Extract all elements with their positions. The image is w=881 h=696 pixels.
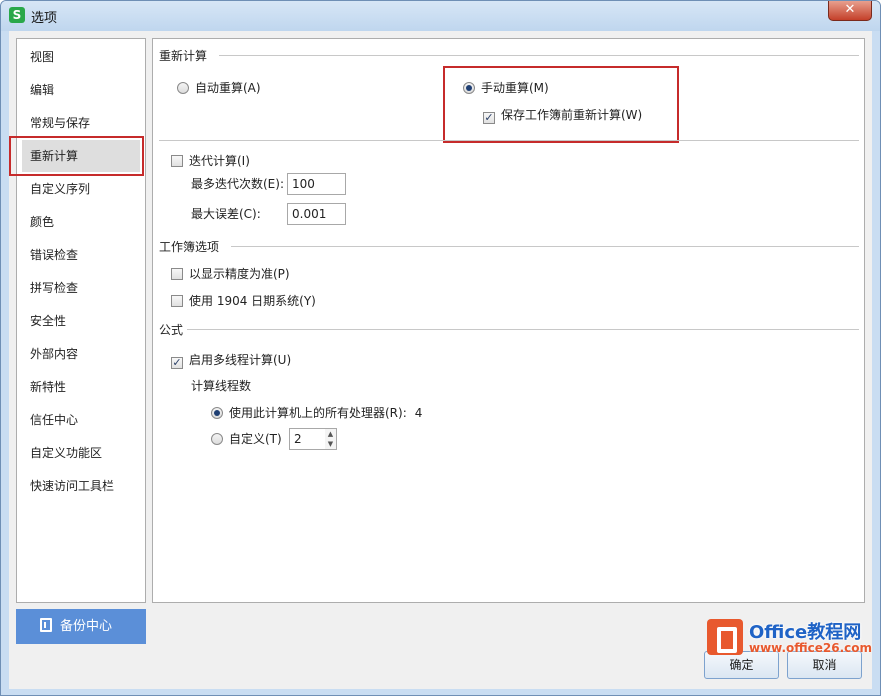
options-dialog: S 选项 ✕ 视图 编辑 常规与保存 重新计算 自定义序列 颜色 错误检查 拼写… xyxy=(0,0,881,696)
sidebar-item-error-checking[interactable]: 错误检查 xyxy=(22,239,140,271)
custom-threads-input[interactable]: 2 xyxy=(289,428,325,450)
manual-recalc-radio[interactable] xyxy=(463,82,475,94)
iteration-label: 迭代计算(I) xyxy=(189,154,250,168)
auto-recalc-label: 自动重算(A) xyxy=(195,81,261,95)
backup-center-button[interactable]: 备份中心 xyxy=(16,609,146,644)
iteration-option[interactable]: 迭代计算(I) xyxy=(171,152,250,169)
processor-count: 4 xyxy=(414,406,423,420)
workbook-section-title: 工作簿选项 xyxy=(159,240,220,254)
custom-threads-radio[interactable] xyxy=(211,432,223,445)
auto-recalc-radio[interactable] xyxy=(177,82,189,94)
dialog-body: 视图 编辑 常规与保存 重新计算 自定义序列 颜色 错误检查 拼写检查 安全性 … xyxy=(9,31,872,689)
wps-app-icon: S xyxy=(9,7,25,23)
auto-recalc-option[interactable]: 自动重算(A) xyxy=(177,79,261,96)
sidebar-item-colors[interactable]: 颜色 xyxy=(22,206,140,238)
sidebar-item-custom-lists[interactable]: 自定义序列 xyxy=(22,173,140,205)
backup-icon xyxy=(40,618,52,632)
max-change-label: 最大误差(C): xyxy=(191,206,261,221)
sidebar-item-view[interactable]: 视图 xyxy=(22,41,140,73)
sidebar-item-general-save[interactable]: 常规与保存 xyxy=(22,107,140,139)
cancel-button[interactable]: 取消 xyxy=(787,651,862,679)
precision-checkbox[interactable] xyxy=(171,268,183,280)
sidebar-item-new-features[interactable]: 新特性 xyxy=(22,371,140,403)
date1904-checkbox[interactable] xyxy=(171,295,183,307)
precision-option[interactable]: 以显示精度为准(P) xyxy=(171,265,290,282)
max-change-input[interactable]: 0.001 xyxy=(287,203,346,225)
sidebar-item-spelling[interactable]: 拼写检查 xyxy=(22,272,140,304)
sidebar-item-edit[interactable]: 编辑 xyxy=(22,74,140,106)
sidebar-item-trust-center[interactable]: 信任中心 xyxy=(22,404,140,436)
sidebar-item-recalculation[interactable]: 重新计算 xyxy=(22,140,140,172)
sidebar-item-security[interactable]: 安全性 xyxy=(22,305,140,337)
multithread-checkbox[interactable]: ✓ xyxy=(171,357,183,369)
dialog-title: 选项 xyxy=(31,11,58,26)
section-divider xyxy=(231,246,859,247)
recalc-section-title: 重新计算 xyxy=(159,49,208,63)
max-change-row: 最大误差(C): 0.001 xyxy=(191,203,346,225)
save-recalc-checkbox[interactable]: ✓ xyxy=(483,112,495,124)
backup-center-label: 备份中心 xyxy=(60,619,113,634)
section-divider xyxy=(159,140,859,141)
all-processors-radio[interactable] xyxy=(211,407,223,419)
iteration-checkbox[interactable] xyxy=(171,155,183,167)
date1904-option[interactable]: 使用 1904 日期系统(Y) xyxy=(171,292,316,309)
sidebar-item-quick-access-toolbar[interactable]: 快速访问工具栏 xyxy=(22,470,140,502)
formula-section-title: 公式 xyxy=(159,323,184,337)
sidebar: 视图 编辑 常规与保存 重新计算 自定义序列 颜色 错误检查 拼写检查 安全性 … xyxy=(16,38,146,603)
manual-recalc-option[interactable]: 手动重算(M) xyxy=(463,79,549,96)
max-iterations-input[interactable]: 100 xyxy=(287,173,346,195)
custom-threads-option[interactable]: 自定义(T) 2 ▲ ▼ xyxy=(211,428,337,450)
all-processors-option[interactable]: 使用此计算机上的所有处理器(R): 4 xyxy=(211,404,422,421)
save-recalc-option[interactable]: ✓ 保存工作簿前重新计算(W) xyxy=(483,106,642,124)
ok-button[interactable]: 确定 xyxy=(704,651,779,679)
sidebar-item-customize-ribbon[interactable]: 自定义功能区 xyxy=(22,437,140,469)
section-divider xyxy=(187,329,859,330)
save-recalc-label: 保存工作簿前重新计算(W) xyxy=(501,108,643,122)
section-divider xyxy=(219,55,859,56)
sidebar-item-external-content[interactable]: 外部内容 xyxy=(22,338,140,370)
custom-threads-label: 自定义(T) xyxy=(229,431,282,446)
all-processors-label: 使用此计算机上的所有处理器(R): xyxy=(229,406,407,420)
multithread-option[interactable]: ✓ 启用多线程计算(U) xyxy=(171,351,291,369)
manual-recalc-highlight-box xyxy=(443,66,679,143)
threads-label: 计算线程数 xyxy=(191,379,252,393)
max-iterations-row: 最多迭代次数(E): 100 xyxy=(191,173,346,195)
title-bar: S 选项 ✕ xyxy=(1,1,880,31)
multithread-label: 启用多线程计算(U) xyxy=(189,353,292,367)
threads-spin-arrows-icon[interactable]: ▲ ▼ xyxy=(325,428,337,450)
precision-label: 以显示精度为准(P) xyxy=(189,267,290,281)
settings-panel: 重新计算 自动重算(A) 手动重算(M) ✓ 保存工作簿前重新计算(W) 迭代计算… xyxy=(152,38,865,603)
max-iterations-label: 最多迭代次数(E): xyxy=(191,176,284,191)
date1904-label: 使用 1904 日期系统(Y) xyxy=(189,294,316,308)
close-button[interactable]: ✕ xyxy=(828,1,872,21)
manual-recalc-label: 手动重算(M) xyxy=(481,81,549,95)
